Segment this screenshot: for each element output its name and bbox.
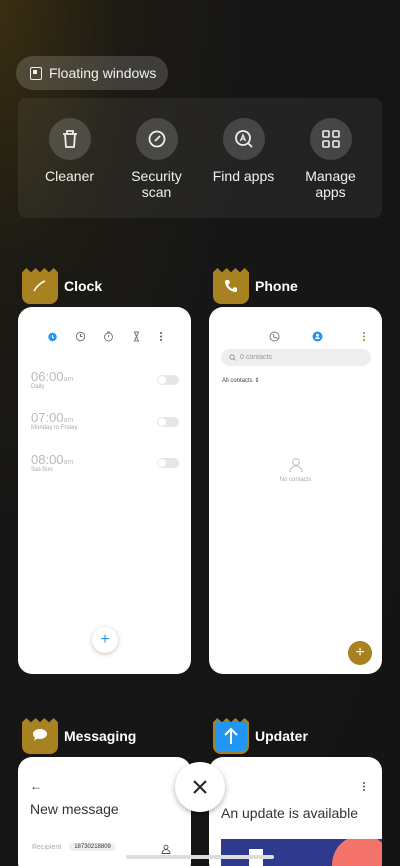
- update-banner-graphic: [221, 839, 382, 866]
- person-icon: [289, 458, 302, 473]
- find-apps-label: Find apps: [212, 168, 275, 184]
- search-apps-icon: [222, 118, 265, 160]
- floating-windows-label: Floating windows: [49, 65, 157, 81]
- manage-apps-button[interactable]: Manage apps: [291, 118, 371, 218]
- shield-check-icon: [135, 118, 178, 160]
- floating-window-icon: [30, 66, 42, 80]
- close-all-button[interactable]: [175, 762, 225, 812]
- back-arrow-icon[interactable]: ←: [30, 779, 42, 793]
- recipient-label: Recipient: [32, 843, 62, 851]
- more-menu-icon[interactable]: [159, 329, 163, 347]
- clock-app-card[interactable]: 06:00am Daily 07:00am Monday to Friday 0…: [18, 307, 191, 674]
- manage-apps-label: Manage apps: [305, 168, 356, 200]
- alarm-item[interactable]: 08:00am Sat-Sun: [31, 452, 73, 473]
- no-contacts-label: No contacts: [279, 477, 312, 483]
- add-contact-button[interactable]: +: [348, 641, 372, 665]
- contacts-search-input[interactable]: 0 contacts: [221, 349, 371, 366]
- find-apps-button[interactable]: Find apps: [204, 118, 284, 218]
- recipient-chip[interactable]: 18730218809: [69, 843, 116, 851]
- updater-app-card[interactable]: An update is available: [209, 757, 382, 866]
- security-scan-button[interactable]: Security scan: [117, 118, 197, 218]
- clock-tab-icon[interactable]: [75, 329, 86, 347]
- new-message-title: New message: [30, 801, 119, 817]
- messaging-app-header[interactable]: Messaging: [22, 718, 136, 754]
- grid-apps-icon: [309, 118, 352, 160]
- quick-tools-panel: Cleaner Security scan Find apps Manage a…: [18, 98, 382, 218]
- search-placeholder: 0 contacts: [240, 354, 272, 361]
- alarm-item[interactable]: 07:00am Monday to Friday: [31, 410, 77, 431]
- more-menu-icon[interactable]: [362, 779, 366, 797]
- updater-app-name: Updater: [255, 728, 308, 744]
- search-icon: [229, 354, 236, 361]
- updater-app-header[interactable]: Updater: [213, 718, 308, 754]
- more-menu-icon[interactable]: [362, 329, 366, 347]
- contacts-tab-icon[interactable]: [312, 329, 323, 347]
- empty-contacts-state: No contacts: [209, 457, 382, 483]
- clock-app-header[interactable]: Clock: [22, 268, 102, 304]
- phone-app-name: Phone: [255, 278, 298, 294]
- phone-app-icon: [213, 268, 249, 304]
- alarm-toggle[interactable]: [157, 375, 179, 385]
- timer-tab-icon[interactable]: [131, 329, 142, 347]
- messaging-app-card[interactable]: ← New message Recipient 18730218809: [18, 757, 191, 866]
- recents-tab-icon[interactable]: [269, 329, 280, 347]
- clock-app-icon: [22, 268, 58, 304]
- alarm-item[interactable]: 06:00am Daily: [31, 369, 73, 390]
- security-scan-label: Security scan: [131, 168, 182, 200]
- stopwatch-tab-icon[interactable]: [103, 329, 114, 347]
- home-indicator[interactable]: [126, 855, 274, 859]
- alarm-toggle[interactable]: [157, 417, 179, 427]
- clock-app-name: Clock: [64, 278, 103, 294]
- trash-icon: [48, 118, 91, 160]
- phone-app-header[interactable]: Phone: [213, 268, 298, 304]
- alarm-toggle[interactable]: [157, 458, 179, 468]
- alarm-tab-icon[interactable]: [47, 329, 58, 347]
- floating-windows-button[interactable]: Floating windows: [16, 56, 168, 90]
- cleaner-button[interactable]: Cleaner: [30, 118, 110, 218]
- phone-app-card[interactable]: 0 contacts All contacts ⇕ No contacts +: [209, 307, 382, 674]
- updater-app-icon: [213, 718, 249, 754]
- contacts-filter[interactable]: All contacts ⇕: [222, 377, 259, 384]
- add-alarm-button[interactable]: +: [92, 627, 118, 653]
- update-message: An update is available: [221, 805, 358, 821]
- close-icon: [193, 780, 207, 794]
- recipient-field[interactable]: Recipient 18730218809: [32, 843, 116, 851]
- messaging-app-icon: [22, 718, 58, 754]
- cleaner-label: Cleaner: [44, 168, 95, 184]
- messaging-app-name: Messaging: [64, 728, 137, 744]
